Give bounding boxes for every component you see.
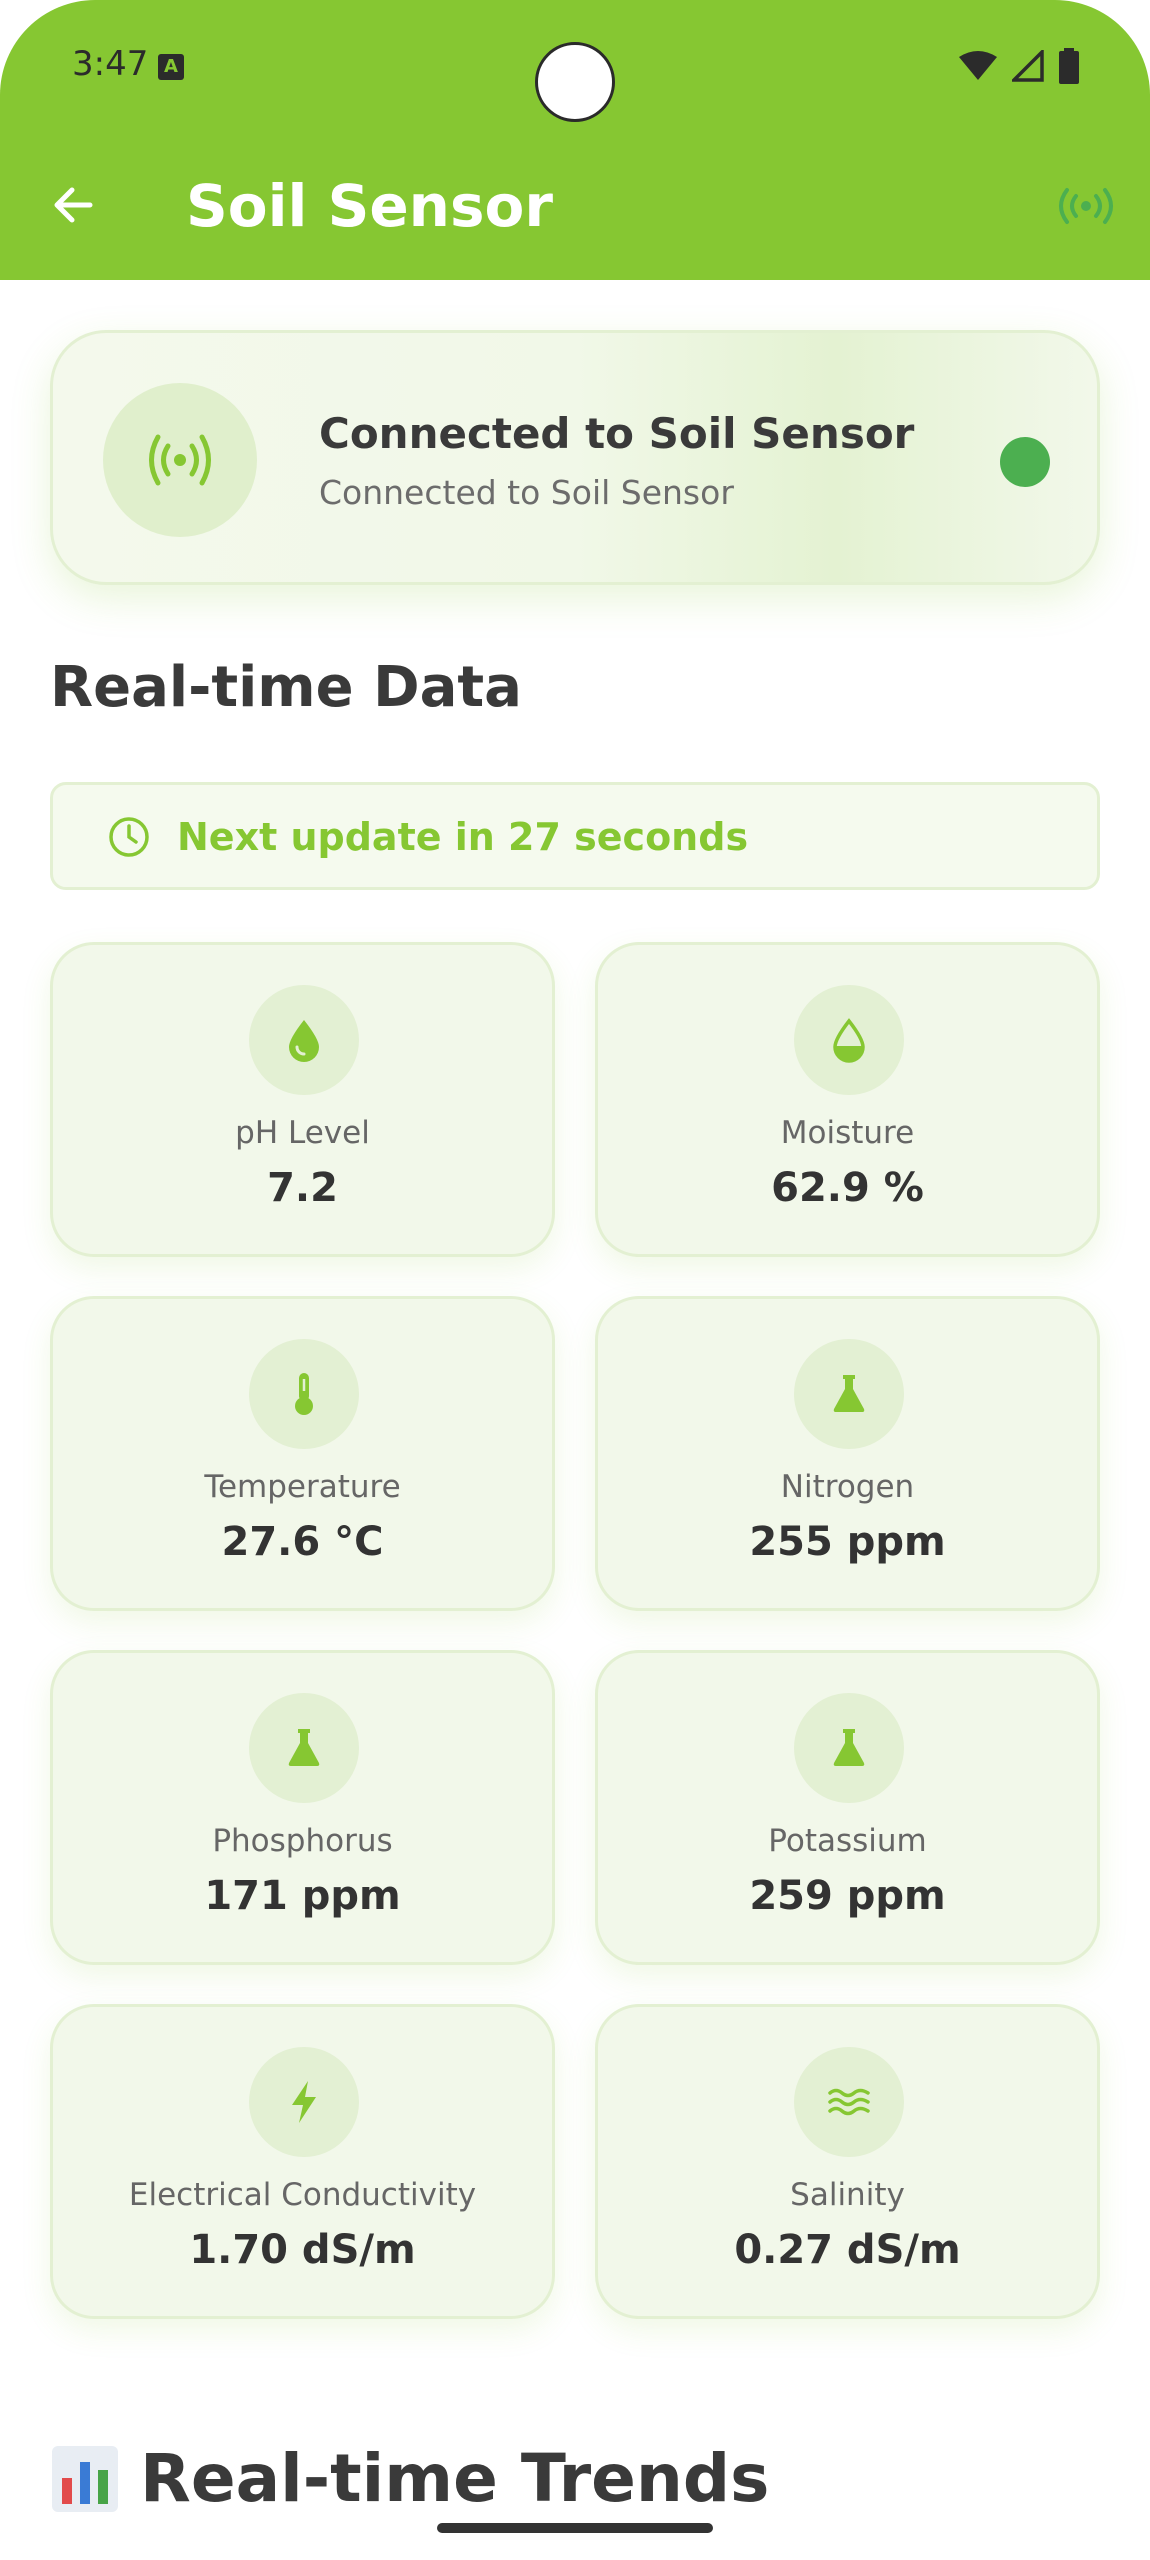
metric-value: 1.70 dS/m — [189, 2227, 416, 2273]
connection-card[interactable]: Connected to Soil Sensor Connected to So… — [50, 330, 1100, 585]
metric-label: Temperature — [204, 1469, 401, 1505]
metric-label: Phosphorus — [212, 1823, 393, 1859]
metric-icon-badge — [794, 1693, 904, 1803]
notification-icon: A — [158, 54, 184, 80]
metric-icon-badge — [249, 985, 359, 1095]
connection-subtitle: Connected to Soil Sensor — [319, 473, 734, 512]
waves-icon — [828, 2088, 870, 2116]
metric-icon-badge — [249, 1339, 359, 1449]
metric-value: 7.2 — [267, 1165, 338, 1211]
sensor-signal-icon[interactable] — [1056, 186, 1116, 226]
flask-icon — [833, 1375, 865, 1412]
metric-card-ph[interactable]: pH Level 7.2 — [50, 942, 555, 1257]
next-update-text: Next update in 27 seconds — [177, 815, 749, 859]
metric-icon-badge — [794, 2047, 904, 2157]
sensor-signal-icon — [149, 434, 211, 486]
metric-card-electrical-conductivity[interactable]: Electrical Conductivity 1.70 dS/m — [50, 2004, 555, 2319]
update-countdown-bar: Next update in 27 seconds — [50, 782, 1100, 890]
connection-icon-badge — [103, 383, 257, 537]
metric-label: Salinity — [790, 2177, 905, 2213]
metric-value: 62.9 % — [771, 1165, 924, 1211]
wifi-icon — [959, 51, 997, 80]
metric-value: 171 ppm — [204, 1873, 401, 1919]
flask-icon — [288, 1729, 320, 1766]
metric-label: Electrical Conductivity — [128, 2177, 477, 2213]
metric-card-nitrogen[interactable]: Nitrogen 255 ppm — [595, 1296, 1100, 1611]
metric-icon-badge — [794, 985, 904, 1095]
section-title-realtime-trends: Real-time Trends — [50, 2440, 769, 2517]
metric-value: 259 ppm — [749, 1873, 946, 1919]
metric-card-moisture[interactable]: Moisture 62.9 % — [595, 942, 1100, 1257]
trends-title-text: Real-time Trends — [140, 2440, 770, 2517]
metric-label: Nitrogen — [780, 1469, 915, 1505]
half-droplet-icon — [833, 1018, 865, 1063]
lightning-icon — [292, 2081, 316, 2123]
app-header: 3:47 A Soil Sensor — [0, 0, 1150, 280]
back-arrow-icon[interactable] — [48, 180, 98, 230]
metric-value: 255 ppm — [749, 1519, 946, 1565]
metric-card-salinity[interactable]: Salinity 0.27 dS/m — [595, 2004, 1100, 2319]
metric-value: 27.6 °C — [221, 1519, 384, 1565]
metric-icon-badge — [249, 2047, 359, 2157]
metric-card-phosphorus[interactable]: Phosphorus 171 ppm — [50, 1650, 555, 1965]
section-title-realtime-data: Real-time Data — [50, 655, 522, 720]
status-time: 3:47 — [72, 44, 149, 84]
home-indicator[interactable] — [437, 2523, 713, 2533]
metric-card-temperature[interactable]: Temperature 27.6 °C — [50, 1296, 555, 1611]
flask-icon — [833, 1729, 865, 1766]
metric-value: 0.27 dS/m — [734, 2227, 961, 2273]
battery-icon — [1059, 48, 1079, 84]
metric-label: pH Level — [235, 1115, 370, 1151]
metric-icon-badge — [249, 1693, 359, 1803]
page-title: Soil Sensor — [186, 172, 553, 240]
status-icons — [958, 48, 1080, 84]
cellular-signal-icon — [1012, 50, 1044, 82]
bar-chart-icon — [52, 2445, 118, 2512]
connection-status-dot — [1000, 437, 1050, 487]
droplet-icon — [289, 1020, 319, 1062]
connection-title: Connected to Soil Sensor — [319, 409, 915, 458]
thermometer-icon — [295, 1373, 313, 1415]
clock-icon — [109, 817, 149, 857]
metric-icon-badge — [794, 1339, 904, 1449]
metric-label: Potassium — [768, 1823, 927, 1859]
metric-label: Moisture — [780, 1115, 915, 1151]
metric-card-potassium[interactable]: Potassium 259 ppm — [595, 1650, 1100, 1965]
camera-cutout — [535, 42, 615, 122]
